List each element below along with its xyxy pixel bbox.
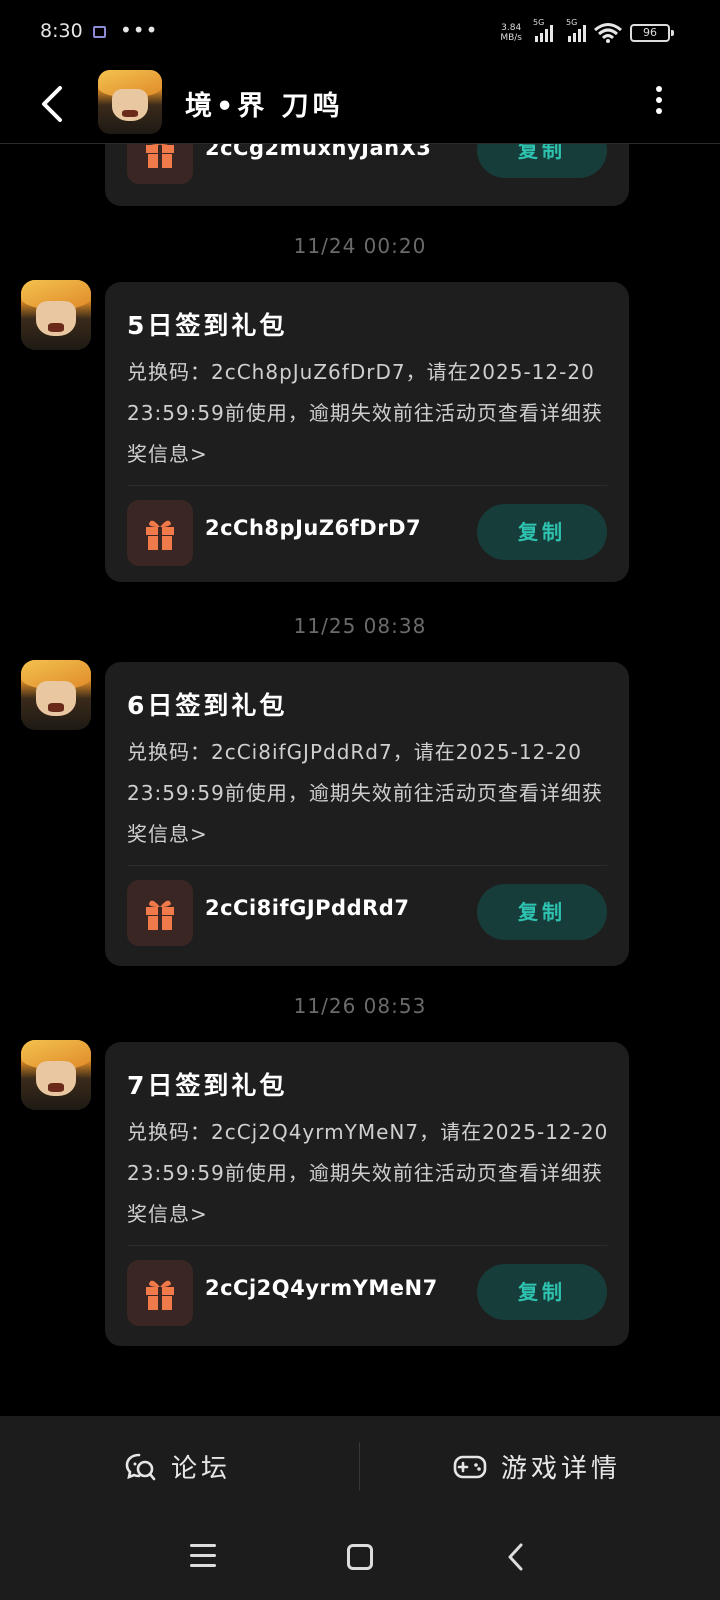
message-notification-icon [93, 26, 106, 38]
card-title: 6日签到礼包 [127, 691, 288, 720]
redeem-code: 2cCg2muxnyJanX3 [205, 144, 432, 160]
back-arrow-icon[interactable] [36, 84, 72, 124]
network-speed-unit: MB/s [500, 33, 522, 43]
redeem-code: 2cCj2Q4yrmYMeN7 [205, 1276, 438, 1300]
gift-icon-box [127, 1260, 193, 1326]
status-time: 8:30 [40, 20, 83, 42]
game-avatar[interactable] [21, 1040, 91, 1110]
wifi-icon [594, 23, 622, 43]
copy-button[interactable]: 复制 [477, 504, 607, 560]
gift-icon [146, 144, 174, 168]
message-card-partial: 2cCg2muxnyJanX3 复制 [105, 144, 629, 206]
card-divider [127, 865, 607, 866]
gift-icon-box [127, 880, 193, 946]
copy-button[interactable]: 复制 [477, 144, 607, 178]
tab-forum[interactable]: 论坛 [125, 1448, 231, 1485]
message-timestamp: 11/26 08:53 [293, 994, 427, 1018]
message-list[interactable]: 2cCg2muxnyJanX3 复制 11/24 00:20 5日签到礼包 兑换… [0, 144, 720, 1414]
recent-apps-icon[interactable] [190, 1544, 216, 1574]
card-title: 7日签到礼包 [127, 1071, 288, 1100]
copy-button[interactable]: 复制 [477, 1264, 607, 1320]
page-title: 境•界 刀鸣 [185, 91, 344, 122]
status-indicators: 3.84 MB/s 5G 5G 96 [500, 18, 674, 48]
system-back-icon[interactable] [506, 1542, 526, 1572]
game-avatar[interactable] [98, 70, 162, 134]
network-speed: 3.84 MB/s [500, 23, 522, 43]
game-avatar[interactable] [21, 660, 91, 730]
network-type-2: 5G [566, 18, 578, 27]
gamepad-icon [453, 1455, 487, 1478]
system-navigation-bar [0, 1516, 720, 1600]
gift-icon-box [127, 144, 193, 184]
card-body[interactable]: 兑换码：2cCh8pJuZ6fDrD7，请在2025-12-20 23:59:5… [127, 352, 613, 475]
copy-button[interactable]: 复制 [477, 884, 607, 940]
signal-strength-icon-2: 5G [566, 18, 586, 42]
tab-forum-label: 论坛 [171, 1454, 232, 1484]
message-card: 6日签到礼包 兑换码：2cCi8ifGJPddRd7，请在2025-12-20 … [105, 662, 629, 966]
chat-header: 境•界 刀鸣 [0, 64, 720, 144]
game-avatar[interactable] [21, 280, 91, 350]
battery-icon: 96 [630, 24, 674, 42]
bottom-tab-bar: 论坛 游戏详情 [0, 1416, 720, 1516]
redeem-code: 2cCh8pJuZ6fDrD7 [205, 516, 422, 540]
tab-game-details[interactable]: 游戏详情 [453, 1448, 621, 1485]
home-icon[interactable] [347, 1544, 373, 1570]
message-card: 7日签到礼包 兑换码：2cCj2Q4yrmYMeN7，请在2025-12-20 … [105, 1042, 629, 1346]
gift-icon [146, 1280, 174, 1310]
status-bar: 8:30 ••• 3.84 MB/s 5G 5G 96 [0, 0, 720, 64]
network-type-1: 5G [533, 18, 545, 27]
signal-strength-icon: 5G [533, 18, 553, 42]
network-speed-value: 3.84 [501, 23, 522, 33]
tab-game-details-label: 游戏详情 [501, 1454, 622, 1484]
redeem-code: 2cCi8ifGJPddRd7 [205, 896, 410, 920]
card-body[interactable]: 兑换码：2cCj2Q4yrmYMeN7，请在2025-12-20 23:59:5… [127, 1112, 613, 1235]
more-options-icon[interactable] [654, 86, 664, 122]
message-timestamp: 11/24 00:20 [293, 234, 427, 258]
card-title: 5日签到礼包 [127, 311, 288, 340]
card-divider [127, 1245, 607, 1246]
card-body[interactable]: 兑换码：2cCi8ifGJPddRd7，请在2025-12-20 23:59:5… [127, 732, 613, 855]
more-notifications-icon: ••• [120, 18, 159, 42]
tab-divider [359, 1442, 360, 1490]
message-timestamp: 11/25 08:38 [293, 614, 427, 638]
message-card: 5日签到礼包 兑换码：2cCh8pJuZ6fDrD7，请在2025-12-20 … [105, 282, 629, 582]
forum-icon [125, 1453, 156, 1480]
gift-icon-box [127, 500, 193, 566]
gift-icon [146, 900, 174, 930]
card-divider [127, 485, 607, 486]
gift-icon [146, 520, 174, 550]
